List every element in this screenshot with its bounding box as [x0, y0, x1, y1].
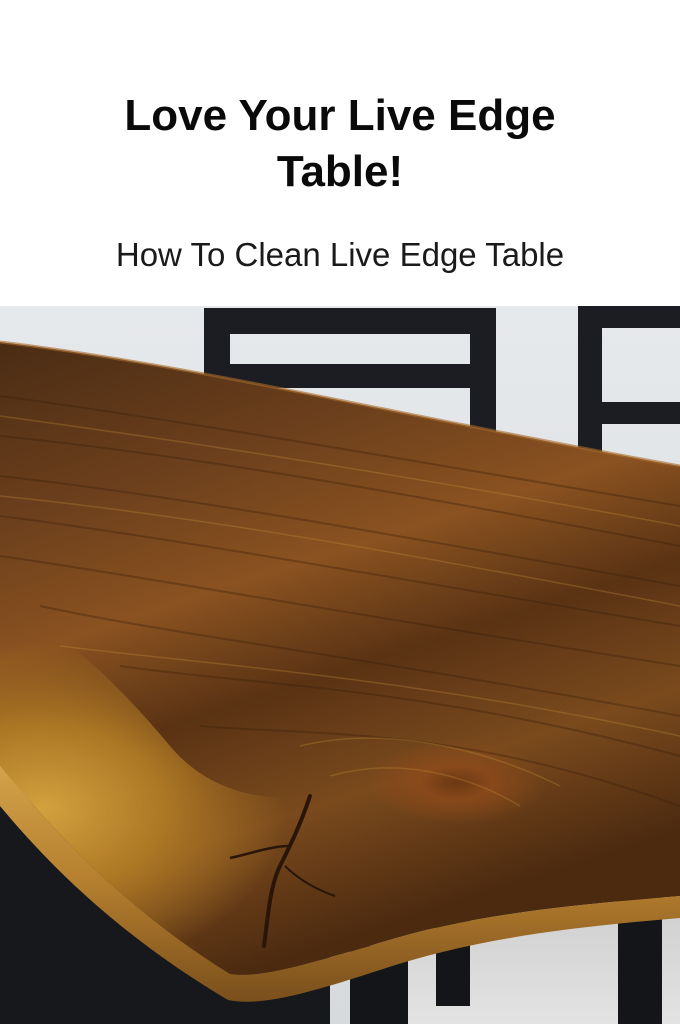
page-title: Love Your Live Edge Table! — [124, 91, 556, 196]
page-subtitle: How To Clean Live Edge Table — [115, 236, 565, 273]
header-panel: Love Your Live Edge Table! How To Clean … — [0, 0, 680, 306]
table-photo — [0, 306, 680, 1024]
pin-graphic: Love Your Live Edge Table! How To Clean … — [0, 0, 680, 1024]
